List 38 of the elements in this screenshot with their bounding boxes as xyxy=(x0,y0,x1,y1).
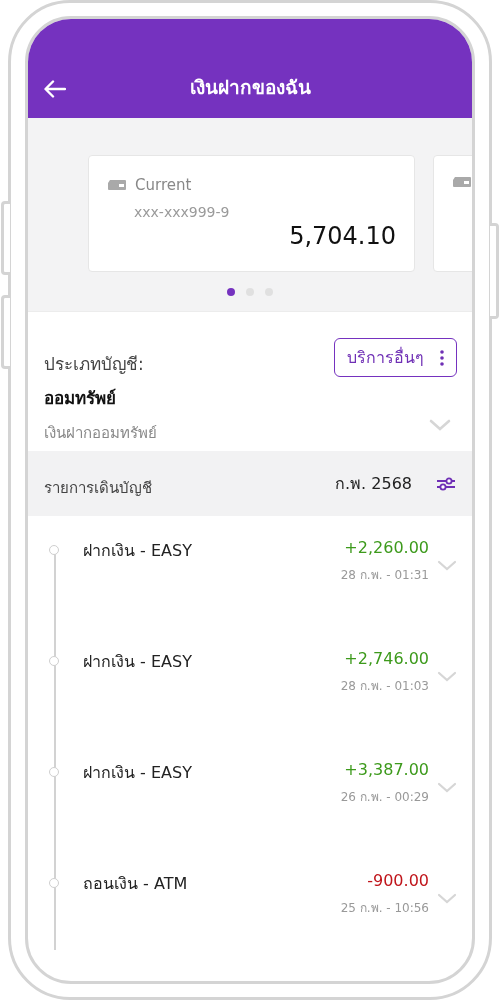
transaction-time: 28 ก.พ. - 01:31 xyxy=(340,567,429,584)
transaction-amount: +3,387.00 xyxy=(344,760,429,779)
account-balance: 5,704.10 xyxy=(289,222,396,250)
chevron-down-icon[interactable] xyxy=(437,560,457,571)
account-number: xxx-xxx999-9 xyxy=(134,204,230,220)
card-icon xyxy=(107,179,127,191)
card-icon xyxy=(452,176,472,188)
account-type-label: Current xyxy=(135,176,192,194)
filter-icon[interactable] xyxy=(436,476,456,491)
transaction-title: ฝากเงิน - EASY xyxy=(83,540,193,562)
account-subtype: เงินฝากออมทรัพย์ xyxy=(44,423,157,444)
transaction-amount: -900.00 xyxy=(367,871,429,890)
account-card[interactable]: Current xxx-xxx999-9 5,704.10 xyxy=(88,155,415,272)
transaction-time: 28 ก.พ. - 01:03 xyxy=(340,678,429,695)
account-type: ออมทรัพย์ xyxy=(44,387,117,410)
services-button[interactable]: บริการอื่นๆ xyxy=(334,338,457,377)
page-dot[interactable] xyxy=(227,288,235,296)
transaction-title: ฝากเงิน - EASY xyxy=(83,762,193,784)
chevron-down-icon[interactable] xyxy=(437,671,457,682)
page-title: เงินฝากของฉัน xyxy=(189,75,311,100)
chevron-down-icon[interactable] xyxy=(437,893,457,904)
timeline-node xyxy=(49,767,59,777)
chevron-down-icon[interactable] xyxy=(429,419,451,431)
account-type-label: ประเภทบัญชี: xyxy=(44,353,145,376)
statement-period[interactable]: ก.พ. 2568 xyxy=(335,471,412,496)
transaction-time: 26 ก.พ. - 00:29 xyxy=(340,789,429,806)
transaction-amount: +2,746.00 xyxy=(344,649,429,668)
more-icon xyxy=(440,349,444,366)
chevron-down-icon[interactable] xyxy=(437,782,457,793)
timeline-node xyxy=(49,545,59,555)
transaction-title: ฝากเงิน - EASY xyxy=(83,651,193,673)
timeline-node xyxy=(49,878,59,888)
transaction-time: 25 ก.พ. - 10:56 xyxy=(340,900,429,917)
transaction-title: ถอนเงิน - ATM xyxy=(83,873,189,895)
timeline-node xyxy=(49,656,59,666)
back-arrow-icon[interactable] xyxy=(44,80,66,98)
statement-title: รายการเดินบัญชี xyxy=(44,477,153,499)
transaction-amount: +2,260.00 xyxy=(344,538,429,557)
